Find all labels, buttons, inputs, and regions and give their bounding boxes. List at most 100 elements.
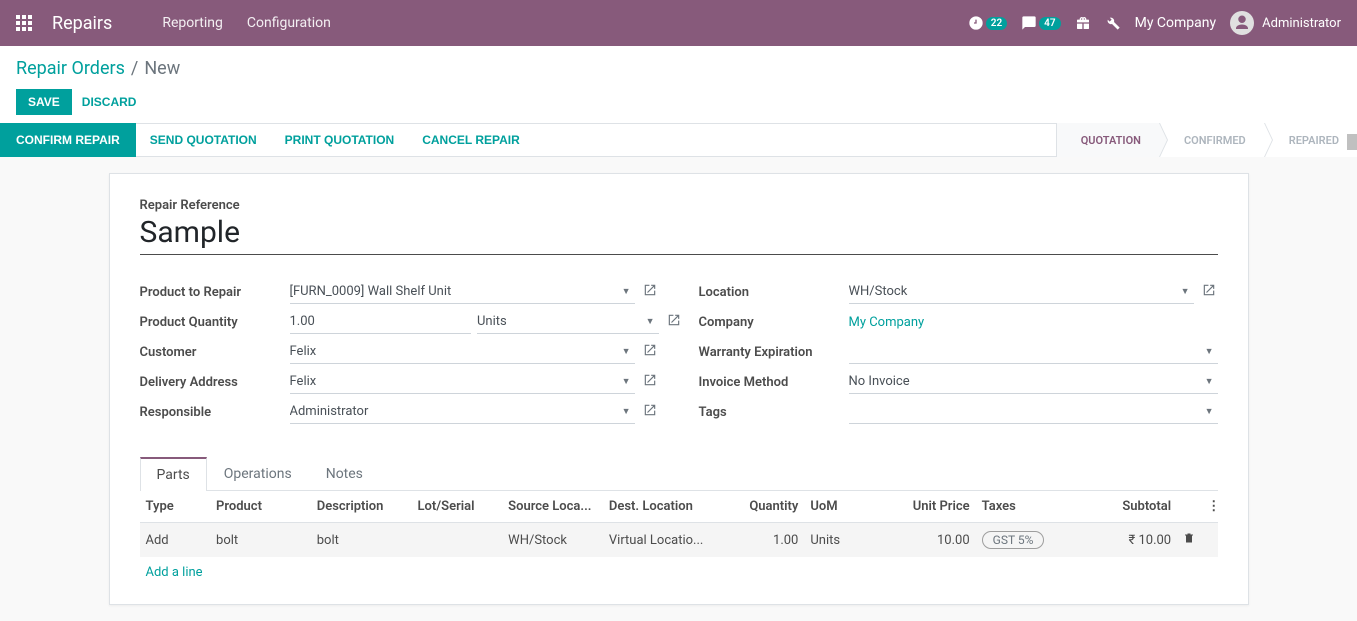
cell-subtotal: ₹ 10.00 (1066, 523, 1177, 558)
product-quantity-input[interactable]: 1.00 (290, 310, 472, 334)
cancel-repair-button[interactable]: Cancel Repair (408, 123, 534, 157)
cell-source-location[interactable]: WH/Stock (502, 523, 603, 558)
activity-count: 22 (986, 17, 1007, 30)
tab-parts[interactable]: Parts (140, 457, 207, 491)
menu-configuration[interactable]: Configuration (247, 15, 331, 31)
kebab-icon[interactable]: ⋮ (1201, 491, 1217, 523)
table-header-row: Type Product Description Lot/Serial Sour… (140, 491, 1218, 523)
chevron-down-icon[interactable]: ▼ (618, 376, 635, 387)
topbar: Repairs Reporting Configuration 22 47 My… (0, 0, 1357, 46)
product-quantity-label: Product Quantity (140, 315, 290, 330)
apps-icon[interactable] (16, 15, 32, 31)
chevron-down-icon[interactable]: ▼ (1201, 346, 1218, 357)
external-link-icon[interactable] (641, 343, 659, 361)
chevron-down-icon[interactable]: ▼ (1201, 376, 1218, 387)
warranty-input[interactable]: ▼ (849, 340, 1218, 364)
cell-type[interactable]: Add (140, 523, 211, 558)
tags-label: Tags (699, 405, 849, 420)
confirm-repair-button[interactable]: Confirm Repair (0, 123, 136, 157)
avatar (1230, 11, 1254, 35)
company-selector[interactable]: My Company (1135, 15, 1217, 31)
warranty-label: Warranty Expiration (699, 345, 849, 360)
col-lot[interactable]: Lot/Serial (411, 491, 502, 523)
customer-input[interactable]: Felix ▼ (290, 340, 635, 364)
chat-button[interactable]: 47 (1021, 15, 1060, 31)
top-menu: Reporting Configuration (162, 15, 331, 31)
scrollbar[interactable] (1347, 134, 1357, 150)
tab-notes[interactable]: Notes (309, 457, 380, 491)
external-link-icon[interactable] (641, 403, 659, 421)
external-link-icon[interactable] (641, 283, 659, 301)
external-link-icon[interactable] (641, 373, 659, 391)
external-link-icon[interactable] (1200, 283, 1218, 301)
sheet-wrapper: Repair Reference Sample Product to Repai… (0, 157, 1357, 621)
location-label: Location (699, 285, 849, 300)
invoice-method-input[interactable]: No Invoice ▼ (849, 370, 1218, 394)
add-line-link[interactable]: Add a line (146, 565, 203, 580)
statusbar: Quotation Confirmed Repaired (1056, 123, 1357, 157)
user-menu[interactable]: Administrator (1230, 11, 1341, 35)
col-taxes[interactable]: Taxes (976, 491, 1067, 523)
table-row[interactable]: Add bolt bolt WH/Stock Virtual Locatio..… (140, 523, 1218, 558)
delete-row-icon[interactable] (1177, 523, 1201, 558)
chevron-down-icon[interactable]: ▼ (618, 406, 635, 417)
chevron-down-icon[interactable]: ▼ (1177, 286, 1194, 297)
responsible-label: Responsible (140, 405, 290, 420)
chevron-down-icon[interactable]: ▼ (1201, 406, 1218, 417)
delivery-address-input[interactable]: Felix ▼ (290, 370, 635, 394)
cell-lot[interactable] (411, 523, 502, 558)
discard-button[interactable]: Discard (82, 95, 137, 109)
cell-description[interactable]: bolt (311, 523, 412, 558)
product-uom-input[interactable]: Units ▼ (477, 310, 659, 334)
cell-taxes[interactable]: GST 5% (976, 523, 1067, 558)
cell-dest-location[interactable]: Virtual Locatio... (603, 523, 724, 558)
breadcrumb: Repair Orders / New (16, 58, 1341, 79)
cell-unit-price[interactable]: 10.00 (885, 523, 976, 558)
responsible-input[interactable]: Administrator ▼ (290, 400, 635, 424)
col-type[interactable]: Type (140, 491, 211, 523)
col-quantity[interactable]: Quantity (724, 491, 805, 523)
status-quotation[interactable]: Quotation (1056, 123, 1159, 157)
product-to-repair-input[interactable]: [FURN_0009] Wall Shelf Unit ▼ (290, 280, 635, 304)
action-bar: Confirm Repair Send Quotation Print Quot… (0, 123, 1357, 157)
company-link[interactable]: My Company (849, 313, 1218, 332)
external-link-icon[interactable] (665, 313, 683, 331)
chevron-down-icon[interactable]: ▼ (618, 286, 635, 297)
wrench-icon[interactable] (1105, 15, 1121, 31)
cell-uom[interactable]: Units (804, 523, 885, 558)
repair-reference-label: Repair Reference (140, 198, 1218, 213)
col-subtotal[interactable]: Subtotal (1066, 491, 1177, 523)
chevron-down-icon[interactable]: ▼ (642, 316, 659, 327)
chevron-down-icon[interactable]: ▼ (618, 346, 635, 357)
location-input[interactable]: WH/Stock ▼ (849, 280, 1194, 304)
col-source-location[interactable]: Source Loca... (502, 491, 603, 523)
cell-quantity[interactable]: 1.00 (724, 523, 805, 558)
user-name: Administrator (1262, 16, 1341, 31)
tags-input[interactable]: ▼ (849, 400, 1218, 424)
col-dest-location[interactable]: Dest. Location (603, 491, 724, 523)
tab-operations[interactable]: Operations (207, 457, 309, 491)
repair-reference-input[interactable]: Sample (140, 215, 1218, 255)
gift-icon[interactable] (1075, 15, 1091, 31)
activity-button[interactable]: 22 (968, 15, 1007, 31)
col-product[interactable]: Product (210, 491, 311, 523)
chat-count: 47 (1039, 17, 1060, 30)
chat-icon (1021, 15, 1037, 31)
breadcrumb-separator: / (131, 58, 138, 79)
status-confirmed[interactable]: Confirmed (1159, 123, 1264, 157)
company-label: Company (699, 315, 849, 330)
status-repaired[interactable]: Repaired (1264, 123, 1357, 157)
app-name[interactable]: Repairs (52, 13, 112, 34)
form-sheet: Repair Reference Sample Product to Repai… (109, 173, 1249, 605)
save-button[interactable]: Save (16, 89, 72, 115)
customer-label: Customer (140, 345, 290, 360)
menu-reporting[interactable]: Reporting (162, 15, 223, 31)
cell-product[interactable]: bolt (210, 523, 311, 558)
send-quotation-button[interactable]: Send Quotation (136, 123, 271, 157)
col-unit-price[interactable]: Unit Price (885, 491, 976, 523)
parts-table: Type Product Description Lot/Serial Sour… (140, 491, 1218, 588)
breadcrumb-root[interactable]: Repair Orders (16, 58, 125, 79)
col-uom[interactable]: UoM (804, 491, 885, 523)
print-quotation-button[interactable]: Print Quotation (271, 123, 409, 157)
col-description[interactable]: Description (311, 491, 412, 523)
